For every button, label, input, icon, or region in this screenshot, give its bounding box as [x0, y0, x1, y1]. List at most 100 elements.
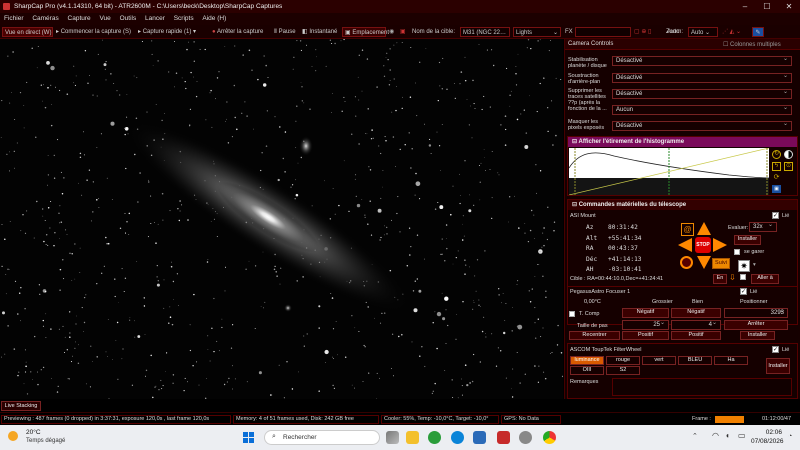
clock-date[interactable]: 07/08/2026	[751, 438, 784, 445]
center-icon[interactable]	[680, 256, 693, 269]
task-view-icon[interactable]	[386, 431, 399, 444]
reset-icon[interactable]: ⊙	[784, 162, 793, 171]
goto-down-icon[interactable]: ⇩	[729, 273, 736, 282]
en-button[interactable]: En	[713, 274, 727, 284]
app-green-icon[interactable]	[428, 431, 441, 444]
battery-icon[interactable]: ▭	[738, 431, 746, 440]
minimize-button[interactable]: –	[734, 0, 756, 13]
mount-install-button[interactable]: Installer	[734, 235, 761, 245]
goto-checkbox[interactable]	[740, 274, 746, 280]
satellite-trails-select[interactable]: Désactivé	[612, 88, 792, 99]
windows-start-icon[interactable]	[243, 432, 254, 443]
notification-icon[interactable]: ◔	[788, 433, 792, 440]
focuser-stop-button[interactable]: Arrêter	[724, 320, 788, 330]
pin-icon[interactable]: ✎	[752, 27, 764, 37]
recenter-button[interactable]: Recentrer	[569, 331, 620, 340]
zoom-select[interactable]: Auto ⌄	[688, 27, 718, 37]
snapshot-button[interactable]: ◧ Instantané	[302, 27, 340, 37]
telescope-header[interactable]: ⊟ Commandes matérielles du télescope	[568, 200, 797, 210]
goto-button[interactable]: Aller à	[751, 274, 779, 284]
filterwheel-linked-checkbox[interactable]: ✓	[772, 346, 779, 353]
chrome-icon[interactable]	[543, 431, 556, 444]
menu-file[interactable]: Fichier	[4, 15, 24, 22]
weather-icon[interactable]	[8, 431, 18, 441]
lightning-icon[interactable]: ϟ	[772, 162, 781, 171]
menu-view[interactable]: Vue	[99, 15, 110, 22]
filterwheel-install-button[interactable]: Installer	[766, 358, 790, 374]
quick-capture-button[interactable]: ▸ Capture rapide (1) ▾	[138, 27, 210, 37]
fine-step-input[interactable]: 4	[671, 319, 721, 330]
overlay-icons[interactable]: ⋰ ◭ ⌄	[722, 27, 752, 37]
mask-pixels-select[interactable]: Désactivé	[612, 120, 792, 131]
menu-launch[interactable]: Lancer	[145, 15, 165, 22]
filter-oiii[interactable]: OIII	[570, 366, 604, 375]
wifi-icon[interactable]: ◠	[712, 431, 719, 440]
refresh-icon[interactable]: ⟳	[772, 174, 781, 183]
taskbar-search-box[interactable]: ⌕ Rechercher	[264, 430, 380, 445]
live-view-button[interactable]: Vue en direct (W)	[2, 27, 53, 37]
focuser-linked-checkbox[interactable]: ✓	[740, 288, 747, 295]
north-arrow[interactable]	[697, 222, 711, 235]
east-arrow[interactable]	[713, 238, 727, 252]
record-icon[interactable]: ◉	[389, 27, 397, 37]
coarse-step-input[interactable]: 25	[622, 319, 669, 330]
close-button[interactable]: ✕	[778, 0, 800, 13]
tcomp-checkbox[interactable]	[569, 311, 575, 317]
clock-time[interactable]: 02:06	[756, 429, 782, 436]
menu-cameras[interactable]: Caméras	[32, 15, 58, 22]
planet-stabilize-select[interactable]: Désactivé	[612, 55, 792, 66]
app-blue-icon[interactable]	[473, 431, 486, 444]
coarse-positive-button[interactable]: Positif	[622, 331, 669, 340]
weather-desc[interactable]: Temps dégagé	[26, 438, 65, 444]
edge-icon[interactable]	[451, 431, 464, 444]
histogram-chart[interactable]	[569, 148, 769, 195]
tracking-button[interactable]: Suivi	[712, 258, 730, 269]
filter-green[interactable]: vert	[642, 356, 676, 365]
spiral-icon[interactable]: @	[681, 223, 694, 236]
histogram-header[interactable]: ⊟ Afficher l'étirement de l'histogramme	[568, 137, 797, 147]
file-explorer-icon[interactable]	[406, 431, 419, 444]
stop-button[interactable]: STOP	[695, 237, 711, 253]
park-checkbox[interactable]	[734, 249, 740, 255]
stop-capture-button[interactable]: ● Arrêter la capture	[212, 27, 272, 37]
stretch-auto-icon[interactable]: ↻	[772, 150, 781, 159]
fine-negative-button[interactable]: Négatif	[671, 308, 721, 318]
rate-select[interactable]: 32x	[749, 221, 777, 232]
mount-linked-checkbox[interactable]: ✓	[772, 212, 779, 219]
pause-button[interactable]: Ⅱ Pause	[274, 27, 300, 37]
contrast-icon[interactable]	[784, 150, 793, 159]
none-select[interactable]: Aucun	[612, 104, 792, 115]
star-target-icon[interactable]: ✷	[738, 260, 750, 272]
tray-chevron-icon[interactable]: ⌃	[692, 432, 698, 440]
menu-scripts[interactable]: Scripts	[174, 15, 194, 22]
position-input[interactable]: 3293	[724, 307, 788, 318]
remarks-input[interactable]	[612, 378, 792, 396]
maximize-button[interactable]: ☐	[756, 0, 778, 13]
filter-blue[interactable]: BLEU	[678, 356, 712, 365]
west-arrow[interactable]	[678, 238, 692, 252]
target-name-input[interactable]: M31 (NGC 22…	[460, 27, 510, 37]
fine-positive-button[interactable]: Positif	[671, 331, 721, 340]
save-icon[interactable]: ▣	[772, 185, 781, 193]
location-button[interactable]: ▣ Emplacement	[342, 27, 389, 37]
south-arrow[interactable]	[697, 256, 711, 269]
weather-temp[interactable]: 20°C	[26, 429, 41, 436]
filter-s2[interactable]: S2	[606, 366, 640, 375]
menu-tools[interactable]: Outils	[120, 15, 137, 22]
sharpcap-taskbar-icon[interactable]	[497, 431, 510, 444]
filter-red[interactable]: rouge	[606, 356, 640, 365]
bg-subtract-select[interactable]: Désactivé	[612, 72, 792, 83]
target-arrow-icon[interactable]: ▾	[753, 262, 756, 268]
multi-columns-toggle[interactable]: ☐ Colonnes multiples	[723, 41, 781, 48]
fx-select[interactable]	[575, 27, 631, 37]
live-stacking-tab[interactable]: Live Stacking	[1, 401, 41, 411]
focuser-install-button[interactable]: Installer	[740, 331, 775, 340]
volume-icon[interactable]: ◖	[725, 431, 730, 440]
menu-help[interactable]: Aide (H)	[202, 15, 226, 22]
crosshair-icons[interactable]: ▢ ⊕ ▯	[634, 27, 664, 37]
frame-type-select[interactable]: Lights ⌄	[513, 27, 561, 37]
filter-ha[interactable]: Ha	[714, 356, 748, 365]
start-capture-button[interactable]: ▸ Commencer la capture (S)	[56, 27, 138, 37]
camera-image-view[interactable]	[0, 39, 563, 399]
coarse-negative-button[interactable]: Négatif	[622, 308, 669, 318]
